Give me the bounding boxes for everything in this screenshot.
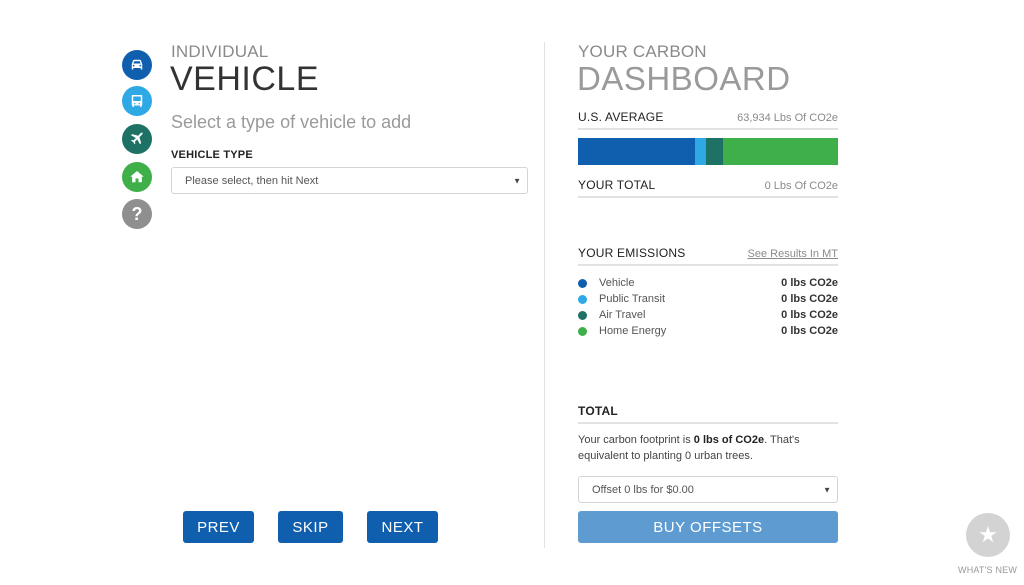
emission-item-public-transit: Public Transit 0 lbs CO2e — [578, 291, 838, 307]
emission-value: 0 lbs CO2e — [781, 293, 838, 305]
total-label: TOTAL — [578, 404, 618, 418]
public-transit-dot-icon — [578, 294, 587, 304]
nav-home-energy-button[interactable] — [122, 162, 152, 192]
us-average-bar — [578, 138, 838, 165]
dashboard-eyebrow: YOUR CARBON — [578, 42, 707, 61]
emission-item-air-travel: Air Travel 0 lbs CO2e — [578, 307, 838, 323]
next-button[interactable]: NEXT — [367, 511, 438, 543]
question-icon: ? — [131, 203, 143, 224]
section-eyebrow: INDIVIDUAL — [171, 42, 269, 61]
total-text-pre: Your carbon footprint is — [578, 434, 694, 446]
page-title: VEHICLE — [170, 60, 319, 98]
airplane-icon — [131, 132, 143, 145]
vehicle-type-label: VEHICLE TYPE — [171, 149, 253, 161]
your-total-row: YOUR TOTAL 0 Lbs Of CO2e — [578, 178, 838, 198]
vehicle-dot-icon — [578, 278, 587, 288]
nav-help-button[interactable]: ? — [122, 199, 152, 229]
emission-item-home-energy: Home Energy 0 lbs CO2e — [578, 323, 838, 339]
whats-new-label[interactable]: WHAT'S NEW — [958, 565, 1017, 575]
nav-vehicle-button[interactable] — [122, 50, 152, 80]
see-results-mt-link[interactable]: See Results In MT — [748, 248, 838, 260]
avg-bar-segment-home-energy — [723, 138, 838, 165]
total-row: TOTAL — [578, 404, 838, 424]
total-summary: Your carbon footprint is 0 lbs of CO2e. … — [578, 432, 838, 464]
nav-air-travel-button[interactable] — [122, 124, 152, 154]
avg-bar-segment-vehicle — [578, 138, 695, 165]
panel-divider — [544, 42, 545, 548]
your-total-value: 0 Lbs Of CO2e — [764, 180, 838, 192]
dropdown-caret-icon: ▼ — [513, 176, 521, 185]
vehicle-type-select[interactable]: Please select, then hit Next ▼ — [171, 167, 528, 194]
us-average-value: 63,934 Lbs Of CO2e — [737, 112, 838, 124]
star-icon: ★ — [978, 522, 998, 547]
emission-name: Vehicle — [599, 277, 635, 289]
house-icon — [130, 171, 144, 183]
skip-button[interactable]: SKIP — [278, 511, 343, 543]
emission-name: Public Transit — [599, 293, 666, 305]
emission-value: 0 lbs CO2e — [781, 309, 838, 321]
prev-button[interactable]: PREV — [183, 511, 254, 543]
car-icon — [131, 59, 143, 70]
home-energy-dot-icon — [578, 326, 587, 336]
vehicle-type-value: Please select, then hit Next — [185, 174, 319, 187]
whats-new-button[interactable]: ★ — [966, 513, 1010, 557]
us-average-row: U.S. AVERAGE 63,934 Lbs Of CO2e — [578, 110, 838, 130]
offset-select[interactable]: Offset 0 lbs for $0.00 ▼ — [578, 476, 838, 503]
dropdown-caret-icon: ▼ — [823, 485, 831, 494]
buy-offsets-button[interactable]: BUY OFFSETS — [578, 511, 838, 543]
us-average-label: U.S. AVERAGE — [578, 110, 664, 124]
nav-public-transit-button[interactable] — [122, 86, 152, 116]
air-travel-dot-icon — [578, 310, 587, 320]
total-text-bold: 0 lbs of CO2e — [693, 434, 765, 446]
emission-item-vehicle: Vehicle 0 lbs CO2e — [578, 275, 838, 291]
emissions-list: Vehicle 0 lbs CO2e Public Transit 0 lbs … — [578, 275, 838, 339]
your-emissions-row: YOUR EMISSIONS See Results In MT — [578, 246, 838, 266]
avg-bar-segment-air-travel — [705, 138, 724, 165]
bus-icon — [131, 95, 143, 107]
offset-value: Offset 0 lbs for $0.00 — [592, 483, 694, 496]
emission-value: 0 lbs CO2e — [781, 325, 838, 337]
dashboard-title: DASHBOARD — [577, 60, 791, 97]
your-emissions-label: YOUR EMISSIONS — [578, 246, 686, 260]
your-total-label: YOUR TOTAL — [578, 178, 656, 192]
page-subtitle: Select a type of vehicle to add — [171, 112, 412, 132]
avg-bar-segment-public-transit — [695, 138, 706, 165]
emission-name: Home Energy — [599, 325, 667, 337]
emission-name: Air Travel — [599, 309, 646, 321]
emission-value: 0 lbs CO2e — [781, 277, 838, 289]
